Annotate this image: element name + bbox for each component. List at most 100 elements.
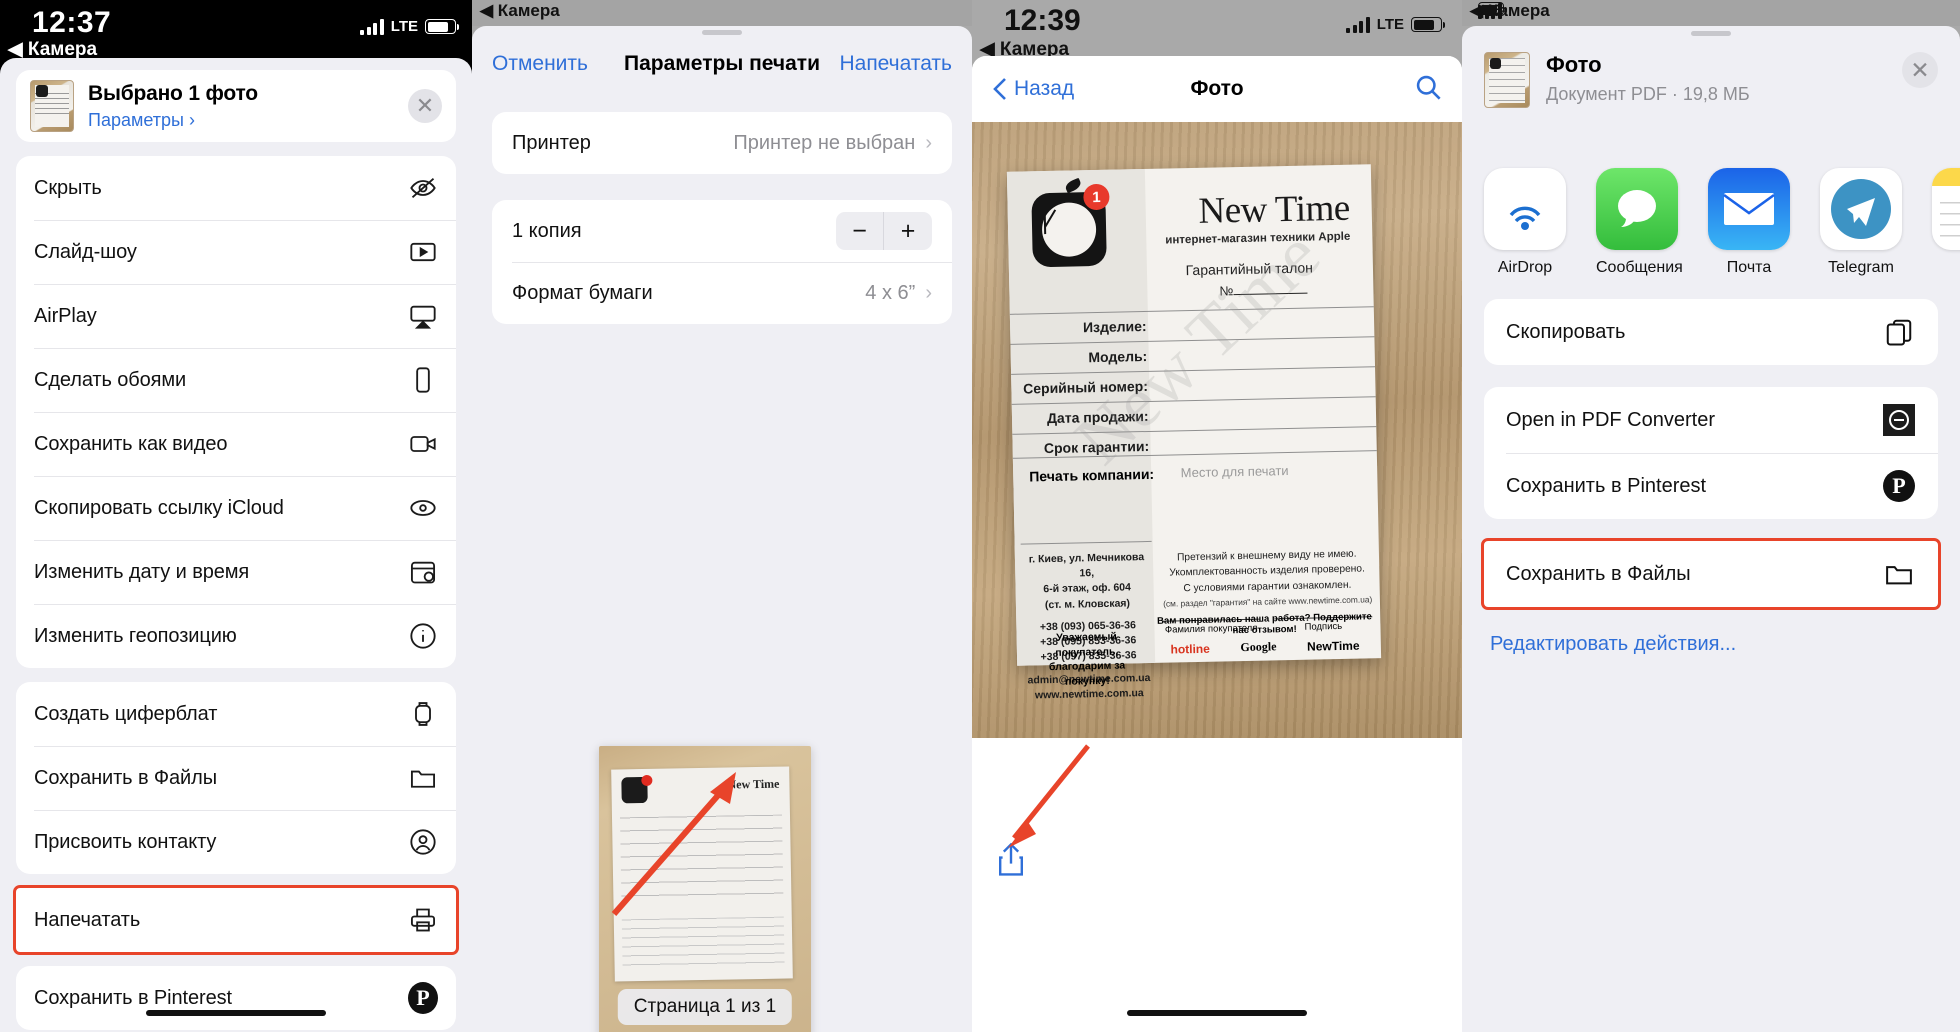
action-card-apps: Open in PDF Converter Сохранить в Pinter… — [1484, 387, 1938, 519]
printer-value: Принтер не выбран — [733, 131, 916, 154]
options-link[interactable]: Параметры › — [88, 110, 258, 131]
action-save-to-files[interactable]: Сохранить в Файлы — [1484, 541, 1938, 607]
action-group-1: Скрыть Слайд-шоу AirPlay Сделать обоями … — [16, 156, 456, 668]
share-target-messages[interactable]: Сообщения — [1596, 168, 1683, 277]
increment-button[interactable]: + — [884, 212, 932, 250]
action-create-watch-face[interactable]: Создать циферблат — [16, 682, 456, 746]
paper-size-value: 4 x 6” — [865, 281, 916, 304]
contact-icon — [408, 827, 438, 857]
notification-badge: 1 — [1083, 183, 1110, 211]
document-thanks: Уважаемый покупатель, благодарим за поку… — [1048, 630, 1126, 688]
calendar-clock-icon — [408, 557, 438, 587]
panel-photo-viewer: 12:39 ◀ Камера LTE Назад Фото 1 New Time… — [972, 0, 1462, 1032]
panel-print-settings: ◀ Камера Отменить Параметры печати Напеч… — [472, 0, 972, 1032]
print-sheet: Отменить Параметры печати Напечатать При… — [472, 26, 972, 1032]
action-group-print-highlighted: Напечатать — [13, 885, 459, 955]
file-subtitle: Документ PDF · 19,8 МБ — [1546, 84, 1750, 104]
document-stamp-area: Печать компании: Место для печати — [1012, 450, 1379, 532]
close-icon[interactable]: ✕ — [408, 89, 442, 123]
paper-size-row[interactable]: Формат бумаги 4 x 6” › — [492, 262, 952, 324]
action-copy-icloud-link[interactable]: Скопировать ссылку iCloud — [16, 476, 456, 540]
status-back-to-camera[interactable]: ◀ Камера — [480, 1, 560, 21]
status-bar: 12:37 ◀ Камера LTE — [0, 0, 472, 62]
quantity-stepper[interactable]: − + — [836, 212, 932, 250]
action-change-location[interactable]: Изменить геопозицию — [16, 604, 456, 668]
clock-hand-icon — [1043, 216, 1047, 235]
share-targets-row[interactable]: AirDrop Сообщения Почта Telegram — [1462, 108, 1960, 277]
preview-footer-lines — [621, 916, 785, 972]
action-print[interactable]: Напечатать — [16, 888, 456, 952]
share-target-airdrop[interactable]: AirDrop — [1484, 168, 1566, 277]
action-copy[interactable]: Скопировать — [1484, 299, 1938, 365]
review-logos: hotline Google NewTime — [1155, 637, 1375, 657]
share-target-telegram[interactable]: Telegram — [1820, 168, 1902, 277]
share-target-notes[interactable]: За — [1932, 168, 1960, 277]
cancel-button[interactable]: Отменить — [492, 52, 588, 76]
status-time: 12:37 — [32, 6, 112, 39]
link-icon — [408, 493, 438, 523]
action-label: Сохранить в Файлы — [1506, 562, 1691, 585]
action-hide[interactable]: Скрыть — [16, 156, 456, 220]
action-slideshow[interactable]: Слайд-шоу — [16, 220, 456, 284]
document-photo[interactable]: 1 New Time интернет-магазин техники Appl… — [972, 122, 1462, 738]
action-label: Изменить дату и время — [34, 560, 250, 583]
page-count-caption: Страница 1 из 1 — [617, 989, 793, 1025]
action-label: Сохранить в Pinterest — [34, 986, 232, 1009]
action-save-to-files[interactable]: Сохранить в Файлы — [16, 746, 456, 810]
print-navbar: Отменить Параметры печати Напечатать — [472, 26, 972, 102]
airplay-icon — [408, 301, 438, 331]
apple-leaf-icon — [1063, 177, 1083, 194]
signal-bars-icon — [360, 18, 384, 35]
close-icon[interactable]: ✕ — [1902, 52, 1938, 88]
share-target-label: Сообщения — [1596, 259, 1683, 276]
document-header: 1 New Time интернет-магазин техники Appl… — [1007, 164, 1374, 300]
signal-bars-icon — [1346, 16, 1370, 33]
preview-badge-icon — [641, 774, 653, 787]
action-group-4: Сохранить в Pinterest P — [16, 966, 456, 1030]
printer-label: Принтер — [512, 131, 591, 154]
airdrop-icon — [1484, 168, 1566, 250]
field-label: Изделие: — [1082, 317, 1147, 336]
copies-label: 1 копия — [512, 219, 582, 242]
print-preview[interactable]: New Time Страница 1 из 1 — [599, 746, 811, 1032]
file-title: Фото — [1546, 52, 1602, 77]
document-thumbnail — [30, 80, 74, 132]
preview-brand: New Time — [727, 776, 780, 792]
edit-actions-link[interactable]: Редактировать действия... — [1490, 633, 1960, 656]
home-indicator — [1127, 1010, 1307, 1016]
decrement-button[interactable]: − — [836, 212, 884, 250]
print-button[interactable]: Напечатать — [839, 52, 952, 76]
action-airplay[interactable]: AirPlay — [16, 284, 456, 348]
action-assign-to-contact[interactable]: Присвоить контакту — [16, 810, 456, 874]
action-label: Сохранить в Pinterest — [1506, 474, 1707, 497]
action-label: Сохранить в Файлы — [34, 766, 217, 789]
watch-icon — [408, 699, 438, 729]
printer-row[interactable]: Принтер Принтер не выбран › — [492, 112, 952, 174]
status-indicators: LTE — [360, 18, 459, 35]
field-label: Дата продажи: — [1046, 407, 1149, 427]
status-bar: 12:39 ◀ Камера LTE — [972, 0, 1462, 62]
action-label: AirPlay — [34, 304, 97, 327]
action-open-in-pdf-converter[interactable]: Open in PDF Converter — [1484, 387, 1938, 453]
document-fields: Изделие: Модель: Серийный номер: Дата пр… — [1009, 306, 1377, 464]
chevron-right-icon: › — [925, 281, 932, 304]
status-time: 12:39 — [1004, 4, 1081, 37]
status-bar: ◀ Камера — [472, 0, 972, 26]
action-save-to-pinterest[interactable]: Сохранить в Pinterest P — [16, 966, 456, 1030]
panel-share-sheet-pdf: ◀ Камера LTE Фото Документ PDF · 19,8 МБ… — [1462, 0, 1960, 1032]
copy-icon — [1882, 315, 1916, 349]
panel-share-sheet-photo: 12:37 ◀ Камера LTE Выбрано 1 фото Параме… — [0, 0, 472, 1032]
sheet-grabber[interactable] — [1691, 31, 1731, 36]
action-save-to-pinterest[interactable]: Сохранить в Pinterest P — [1484, 453, 1938, 519]
battery-icon — [425, 19, 459, 34]
action-label: Присвоить контакту — [34, 830, 217, 853]
photo-toolbar — [972, 744, 1462, 1032]
share-target-mail[interactable]: Почта — [1708, 168, 1790, 277]
action-set-wallpaper[interactable]: Сделать обоями — [16, 348, 456, 412]
document-review: Вам понравилась наша работа? Поддержите … — [1155, 611, 1375, 657]
pdf-converter-icon — [1882, 403, 1916, 437]
action-change-date-time[interactable]: Изменить дату и время — [16, 540, 456, 604]
share-target-label: Почта — [1726, 259, 1772, 276]
share-target-label: Telegram — [1828, 259, 1894, 276]
action-save-as-video[interactable]: Сохранить как видео — [16, 412, 456, 476]
